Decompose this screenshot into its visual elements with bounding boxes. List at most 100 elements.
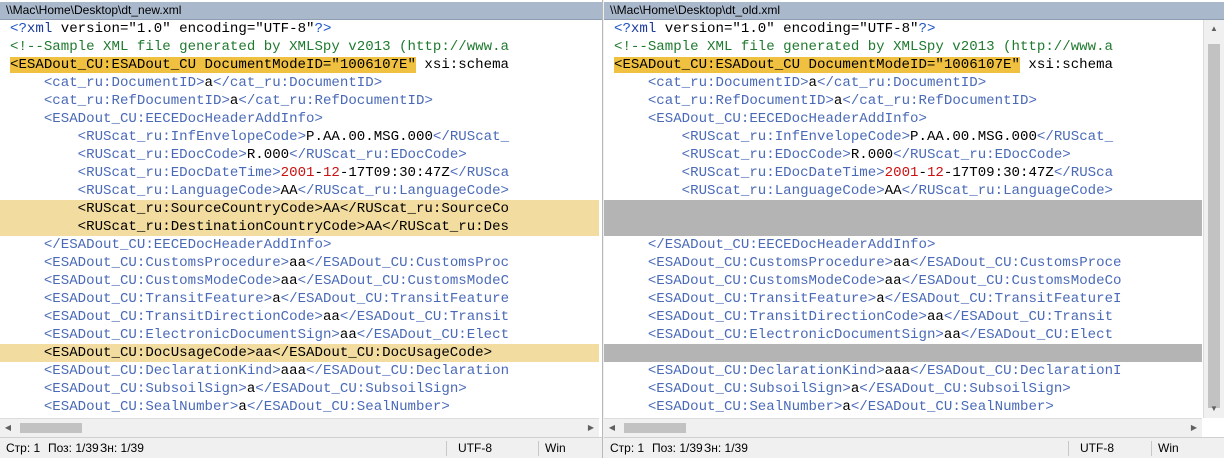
- code-line[interactable]: <ESADout_CU:DeclarationKind>aaa</ESADout…: [0, 362, 599, 380]
- code-token-plain: <ESADout_CU:DocUsageCode>aa</ESADout_CU:…: [10, 345, 493, 361]
- code-token-tag: </RUSca: [449, 165, 510, 181]
- code-token-tag: </ESADout_CU:CustomsProce: [910, 255, 1122, 271]
- code-token-tag: <ESADout_CU:ElectronicDocumentSign>: [43, 327, 340, 343]
- code-token-tag: <ESADout_CU:TransitDirectionCode>: [647, 309, 927, 325]
- code-line[interactable]: <ESADout_CU:SealNumber>a</ESADout_CU:Sea…: [604, 398, 1202, 416]
- code-token-val: -17T09:30:47Z: [943, 165, 1054, 181]
- left-status-pos: Поз: 1/39: [48, 441, 99, 455]
- code-line[interactable]: <cat_ru:RefDocumentID>a</cat_ru:RefDocum…: [0, 92, 599, 110]
- code-line[interactable]: <RUScat_ru:InfEnvelopeCode>P.AA.00.MSG.0…: [0, 128, 599, 146]
- right-vertical-scrollbar[interactable]: ▲ ▼: [1203, 20, 1224, 418]
- right-file-pane[interactable]: \\Mac\Home\Desktop\dt_old.xml <?xml vers…: [604, 0, 1224, 458]
- code-token-pi: ?>: [314, 21, 332, 37]
- code-token-tag: </ESADout_CU:EECEDocHeaderAddInfo>: [647, 237, 936, 253]
- code-line[interactable]: <ESADout_CU:EECEDocHeaderAddInfo>: [604, 110, 1202, 128]
- code-line[interactable]: <ESADout_CU:ElectronicDocumentSign>aa</E…: [0, 326, 599, 344]
- scroll-up-arrow-icon[interactable]: ▲: [1204, 20, 1224, 38]
- code-token-tag: </RUScat_ru:LanguageCode>: [297, 183, 510, 199]
- left-hscroll-thumb[interactable]: [20, 423, 82, 433]
- left-file-pane[interactable]: \\Mac\Home\Desktop\dt_new.xml <?xml vers…: [0, 0, 603, 458]
- code-line[interactable]: <ESADout_CU:ESADout_CU DocumentModeID="1…: [0, 56, 599, 74]
- left-status-encoding: UTF-8: [458, 441, 492, 455]
- code-line[interactable]: <ESADout_CU:SealNumber>a</ESADout_CU:Sea…: [0, 398, 599, 416]
- code-line[interactable]: <RUScat_ru:EDocCode>R.000</RUScat_ru:EDo…: [0, 146, 599, 164]
- code-line[interactable]: <?xml version="1.0" encoding="UTF-8"?>: [0, 20, 599, 38]
- left-horizontal-scrollbar[interactable]: ◀ ▶: [0, 418, 599, 437]
- code-line[interactable]: <ESADout_CU:CustomsModeCode>aa</ESADout_…: [604, 272, 1202, 290]
- code-line[interactable]: <ESADout_CU:ElectronicDocumentSign>aa</E…: [604, 326, 1202, 344]
- left-code-view[interactable]: <?xml version="1.0" encoding="UTF-8"?> <!…: [0, 20, 599, 418]
- code-line[interactable]: <ESADout_CU:SubsoilSign>a</ESADout_CU:Su…: [604, 380, 1202, 398]
- code-line[interactable]: <cat_ru:DocumentID>a</cat_ru:DocumentID>: [0, 74, 599, 92]
- code-token-tag: <RUScat_ru:InfEnvelopeCode>: [681, 129, 911, 145]
- code-line[interactable]: <RUScat_ru:LanguageCode>AA</RUScat_ru:La…: [0, 182, 599, 200]
- code-token-red: 12: [926, 165, 944, 181]
- code-line[interactable]: <!--Sample XML file generated by XMLSpy …: [604, 38, 1202, 56]
- code-token-val: a: [238, 399, 247, 415]
- code-token-tag: <cat_ru:DocumentID>: [43, 75, 205, 91]
- code-token-val: -: [314, 165, 323, 181]
- scroll-right-arrow-icon[interactable]: ▶: [1186, 419, 1202, 437]
- code-token-tag: <RUScat_ru:LanguageCode>: [681, 183, 885, 199]
- right-horizontal-scrollbar[interactable]: ◀ ▶: [604, 418, 1202, 437]
- code-line[interactable]: <RUScat_ru:EDocDateTime>2001-12-17T09:30…: [604, 164, 1202, 182]
- code-line[interactable]: <?xml version="1.0" encoding="UTF-8"?>: [604, 20, 1202, 38]
- code-line[interactable]: <RUScat_ru:LanguageCode>AA</RUScat_ru:La…: [604, 182, 1202, 200]
- code-token-val: aaa: [884, 363, 911, 379]
- code-line[interactable]: <!--Sample XML file generated by XMLSpy …: [0, 38, 599, 56]
- code-token-tag: <ESADout_CU:TransitDirectionCode>: [43, 309, 323, 325]
- code-line[interactable]: </ESADout_CU:EECEDocHeaderAddInfo>: [604, 236, 1202, 254]
- code-token-val: R.000: [850, 147, 894, 163]
- diff-changed-line[interactable]: <RUScat_ru:DestinationCountryCode>AA</RU…: [0, 218, 599, 236]
- code-line[interactable]: <RUScat_ru:EDocCode>R.000</RUScat_ru:EDo…: [604, 146, 1202, 164]
- code-token-red: 2001: [280, 165, 315, 181]
- code-line[interactable]: <ESADout_CU:TransitDirectionCode>aa</ESA…: [604, 308, 1202, 326]
- code-token-val: AA: [884, 183, 902, 199]
- code-token-tag: </RUScat_: [1036, 129, 1114, 145]
- code-token-text: <ESADout_CU:ESADout_CU DocumentModeID="1…: [10, 57, 416, 73]
- scroll-right-arrow-icon[interactable]: ▶: [583, 419, 599, 437]
- code-line[interactable]: <ESADout_CU:CustomsProcedure>aa</ESADout…: [0, 254, 599, 272]
- code-line[interactable]: <RUScat_ru:EDocDateTime>2001-12-17T09:30…: [0, 164, 599, 182]
- code-token-text: <ESADout_CU:ESADout_CU DocumentModeID="1…: [614, 57, 1020, 73]
- diff-gap-line[interactable]: [604, 200, 1202, 218]
- code-line[interactable]: <ESADout_CU:DeclarationKind>aaa</ESADout…: [604, 362, 1202, 380]
- scroll-down-arrow-icon[interactable]: ▼: [1204, 400, 1224, 418]
- code-line[interactable]: </ESADout_CU:EECEDocHeaderAddInfo>: [0, 236, 599, 254]
- left-status-line: Стр: 1: [6, 441, 41, 455]
- code-token-val: a: [808, 75, 818, 91]
- code-line[interactable]: <ESADout_CU:TransitDirectionCode>aa</ESA…: [0, 308, 599, 326]
- code-line[interactable]: <ESADout_CU:ESADout_CU DocumentModeID="1…: [604, 56, 1202, 74]
- code-token-tag: <RUScat_ru:EDocCode>: [681, 147, 851, 163]
- left-status-char: Зн: 1/39: [100, 441, 144, 455]
- code-line[interactable]: <cat_ru:RefDocumentID>a</cat_ru:RefDocum…: [604, 92, 1202, 110]
- code-line[interactable]: <ESADout_CU:CustomsModeCode>aa</ESADout_…: [0, 272, 599, 290]
- scroll-left-arrow-icon[interactable]: ◀: [0, 419, 16, 437]
- code-line[interactable]: <ESADout_CU:TransitFeature>a</ESADout_CU…: [604, 290, 1202, 308]
- code-line[interactable]: <ESADout_CU:TransitFeature>a</ESADout_CU…: [0, 290, 599, 308]
- code-token-plain: xsi:schema: [1019, 57, 1114, 73]
- code-line[interactable]: <ESADout_CU:CustomsProcedure>aa</ESADout…: [604, 254, 1202, 272]
- code-token-val: aa: [280, 273, 298, 289]
- code-token-tag: <ESADout_CU:EECEDocHeaderAddInfo>: [647, 111, 927, 127]
- code-line[interactable]: <cat_ru:DocumentID>a</cat_ru:DocumentID>: [604, 74, 1202, 92]
- right-code-view[interactable]: <?xml version="1.0" encoding="UTF-8"?> <!…: [604, 20, 1202, 418]
- scroll-left-arrow-icon[interactable]: ◀: [604, 419, 620, 437]
- diff-changed-line[interactable]: <ESADout_CU:DocUsageCode>aa</ESADout_CU:…: [0, 344, 599, 362]
- code-token-val: aa: [893, 255, 911, 271]
- code-line[interactable]: <ESADout_CU:SubsoilSign>a</ESADout_CU:Su…: [0, 380, 599, 398]
- right-vscroll-thumb[interactable]: [1208, 44, 1220, 408]
- diff-gap-line[interactable]: [604, 218, 1202, 236]
- diff-gap-line[interactable]: [604, 344, 1202, 362]
- code-token-text: version="1.0" encoding="UTF-8": [656, 21, 919, 37]
- code-line[interactable]: <ESADout_CU:EECEDocHeaderAddInfo>: [0, 110, 599, 128]
- code-line[interactable]: <RUScat_ru:InfEnvelopeCode>P.AA.00.MSG.0…: [604, 128, 1202, 146]
- diff-changed-line[interactable]: <RUScat_ru:SourceCountryCode>AA</RUScat_…: [0, 200, 599, 218]
- right-hscroll-thumb[interactable]: [624, 423, 686, 433]
